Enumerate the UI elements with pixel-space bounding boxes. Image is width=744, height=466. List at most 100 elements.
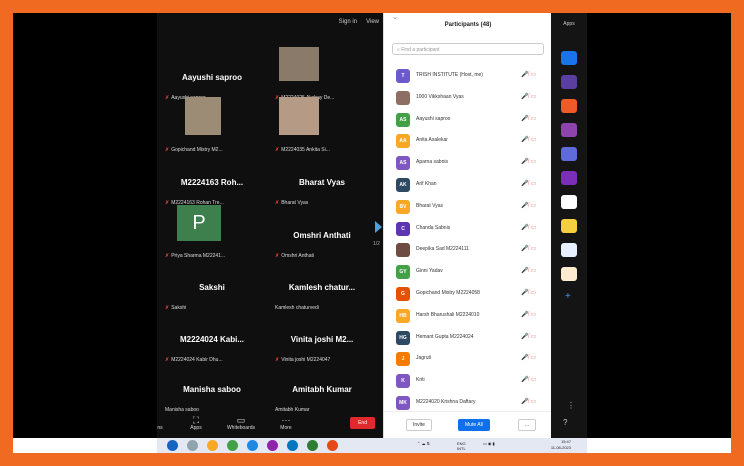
participant-name: 1000 Vikkshaan Vyas [416,93,464,100]
video-tile[interactable]: ✗ Priya Sharma M22241... [157,211,267,261]
video-tile[interactable]: Sakshi ✗ Sakshi [157,263,267,313]
muted-mic-video-icon[interactable]: 🎤̸ ▭ [521,71,536,78]
app-icon[interactable] [561,267,577,281]
participant-row[interactable]: AS Aayushi saproo 🎤̸ ▭ [390,109,548,131]
whiteboards-button[interactable]: ▭ Whiteboards [221,415,261,431]
participant-row[interactable]: K Kriti 🎤̸ ▭ [390,370,548,392]
video-tile[interactable]: Manisha saboo Manisha saboo [157,365,267,415]
video-tile[interactable]: Amitabh Kumar Amitabh Kumar [267,365,377,415]
end-button[interactable]: End [350,417,375,429]
app-icon[interactable] [327,440,338,451]
mute-all-button[interactable]: Mute All [458,419,490,431]
invite-button[interactable]: Invite [406,419,432,431]
search-icon[interactable] [187,440,198,451]
app-icon[interactable] [561,195,577,209]
muted-mic-video-icon[interactable]: 🎤̸ ▭ [521,376,536,383]
apps-sidebar: Apps + ⋮ ? [551,13,587,438]
muted-mic-video-icon[interactable]: 🎤̸ ▭ [521,180,536,187]
participant-row[interactable]: T TRISH INSTITUTE (Host, me) 🎤̸ ▭ [390,65,548,87]
app-icon[interactable] [561,99,577,113]
zoom-icon[interactable] [287,440,298,451]
more-options-button[interactable]: ... [518,419,537,431]
panel-footer: Invite Mute All ... [384,411,552,438]
video-tile[interactable]: Aayushi saproo ✗Aayushi saproo [157,53,267,103]
file-explorer-icon[interactable] [207,440,218,451]
muted-mic-video-icon[interactable]: 🎤̸ ▭ [521,354,536,361]
participant-row[interactable]: C Chanda Sabnis 🎤̸ ▭ [390,218,548,240]
app-icon[interactable] [561,75,577,89]
add-app-icon[interactable]: + [565,291,571,302]
app-icon[interactable] [267,440,278,451]
tile-name: Amitabh Kumar [292,385,352,394]
participant-row[interactable]: G Gopichand Mistry M2224058 🎤̸ ▭ [390,283,548,305]
participant-row[interactable]: GY Ginni Yadav 🎤̸ ▭ [390,261,548,283]
excel-icon[interactable] [307,440,318,451]
muted-mic-video-icon[interactable]: 🎤̸ ▭ [521,289,536,296]
participant-search-input[interactable]: ⌕ Find a participant [392,43,544,55]
view-button[interactable]: View [366,19,379,25]
participant-avatar: BV [396,199,410,214]
video-tile[interactable]: M2224024 Kabi... ✗ M2224024 Kabir Dhu... [157,315,267,365]
muted-mic-video-icon[interactable]: 🎤̸ ▭ [521,245,536,252]
participant-name: Harsh Bharushali M2224010 [416,311,480,318]
more-button[interactable]: ··· More [271,415,301,431]
tile-label: ✗ M2224035 Ankita Si... [275,147,330,153]
participant-video [185,97,221,135]
video-tile[interactable]: Bharat Vyas ✗ Bharat Vyas [267,158,377,208]
muted-mic-video-icon[interactable]: 🎤̸ ▭ [521,267,536,274]
participant-avatar: MK [396,395,410,410]
apps-button[interactable]: ⛶ Apps [181,415,211,431]
chrome-icon[interactable] [227,440,238,451]
participant-avatar: J [396,352,410,367]
muted-mic-video-icon[interactable]: 🎤̸ ▭ [521,333,536,340]
edge-icon[interactable] [247,440,258,451]
muted-mic-video-icon[interactable]: 🎤̸ ▭ [521,202,536,209]
muted-mic-video-icon[interactable]: 🎤̸ ▭ [521,311,536,318]
more-vertical-icon[interactable]: ⋮ [567,401,575,410]
muted-mic-video-icon[interactable]: 🎤̸ ▭ [521,115,536,122]
sign-in-link[interactable]: Sign in [339,19,357,25]
participant-row[interactable]: J Jagruti 🎤̸ ▭ [390,348,548,370]
meeting-topbar: Sign in View [157,13,383,31]
participant-row[interactable]: 1000 Vikkshaan Vyas 🎤̸ ▭ [390,87,548,109]
app-icon[interactable] [561,243,577,257]
participant-row[interactable]: BV Bharat Vyas 🎤̸ ▭ [390,196,548,218]
video-tile[interactable]: Vinita joshi M2... ✗ Vinita joshi M222404… [267,315,377,365]
participant-name: Bharat Vyas [416,202,444,209]
participant-avatar: GY [396,265,410,280]
clock[interactable]: 15:47 11-08-2023 [551,439,571,451]
participant-row[interactable]: AK Arif Khan 🎤̸ ▭ [390,174,548,196]
windows-start-icon[interactable] [167,440,178,451]
app-icon[interactable] [561,51,577,65]
app-icon[interactable] [561,123,577,137]
muted-mic-video-icon[interactable]: 🎤̸ ▭ [521,136,536,143]
video-tile[interactable]: Kamlesh chatur... Kamlesh chaturvedi [267,263,377,313]
participant-row[interactable]: HB Harsh Bharushali M2224010 🎤̸ ▭ [390,305,548,327]
left-black-bar [13,13,157,438]
participant-row[interactable]: AS Aparna sabnis 🎤̸ ▭ [390,152,548,174]
participant-row[interactable]: AA Anita Asalekar 🎤̸ ▭ [390,130,548,152]
video-tile[interactable]: ✗ M2224035 Ankita Si... [267,97,377,155]
participant-video [279,47,319,81]
next-page-arrow-icon[interactable] [375,221,382,233]
video-tile[interactable]: ✗ Gopichand Mistry M2... [157,97,267,155]
network-volume-icons[interactable]: ▭ ◉ ▮ [483,441,495,446]
video-tile[interactable]: Omshri Anthati ✗ Omshri Anthati [267,211,377,261]
collapse-chevron-icon[interactable]: ⌄ [392,13,398,21]
participant-row[interactable]: HG Hemant Gupta M2224024 🎤̸ ▭ [390,327,548,349]
app-icon[interactable] [561,147,577,161]
app-icon[interactable] [561,219,577,233]
muted-mic-video-icon[interactable]: 🎤̸ ▭ [521,224,536,231]
video-tile[interactable]: M2224163 Roh... ✗ M2224163 Rohan Tre... [157,158,267,208]
language-indicator[interactable]: ENG INTL [457,441,466,451]
system-tray-icons[interactable]: ⌃ ☁ ⇅ [417,441,430,446]
app-icon[interactable] [561,171,577,185]
muted-mic-video-icon[interactable]: 🎤̸ ▭ [521,93,536,100]
participant-name: Gopichand Mistry M2224058 [416,289,480,296]
video-tile[interactable]: ✗M2224025 Akshay De... [267,47,377,103]
participant-avatar: HB [396,308,410,323]
participant-row[interactable]: Deepika Sad M2224111 🎤̸ ▭ [390,239,548,261]
muted-mic-video-icon[interactable]: 🎤̸ ▭ [521,158,536,165]
help-icon[interactable]: ? [563,418,567,427]
muted-mic-video-icon[interactable]: 🎤̸ ▭ [521,398,536,405]
